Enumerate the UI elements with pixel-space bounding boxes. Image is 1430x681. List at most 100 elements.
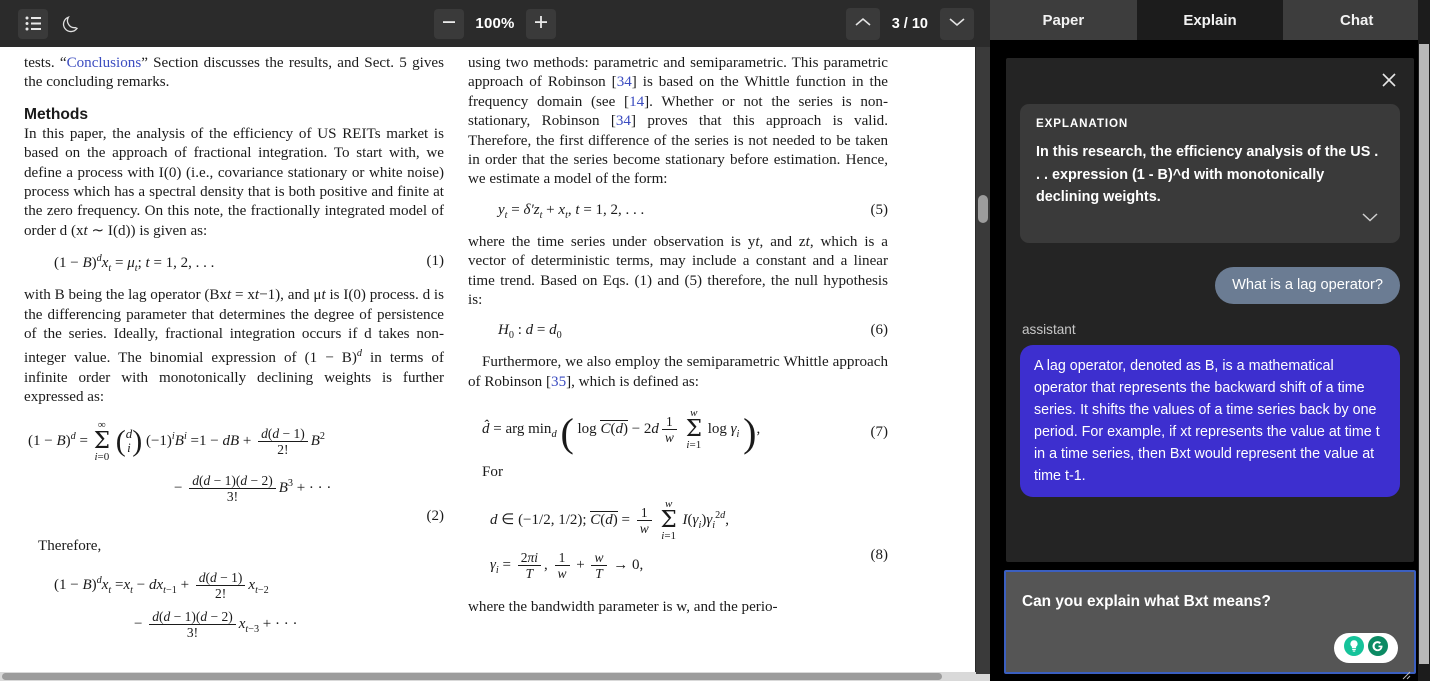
assistant-message-bubble: A lag operator, denoted as B, is a mathe… [1020, 344, 1400, 497]
app-root: 100% 3 / 10 tests. “Conclusions” Section… [0, 0, 1430, 681]
zoom-level-label: 100% [475, 15, 515, 32]
clipped-line-top-right [468, 47, 888, 54]
page-indicator: 3 / 10 [891, 15, 928, 32]
pdf-page-canvas: tests. “Conclusions” Section discusses t… [0, 47, 975, 681]
paper-column-left: tests. “Conclusions” Section discusses t… [24, 47, 444, 652]
equation-7-body: d̂ = arg mind ( log C(d) − 2d 1 w w Σi=1 lo… [482, 407, 761, 455]
browser-scroll-thumb[interactable] [1419, 44, 1429, 664]
p3-b: = x [231, 287, 255, 304]
equation-8-line1: d ∈ (−1/2, 1/2); C(d) = 1w w Σi=1 I(γi)γi… [490, 497, 730, 542]
equation-3-line1: (1 − B)dxt =xt − dxt−1 + d(d − 1) 2! xt−2 [54, 570, 269, 602]
equation-5-number: (5) [870, 201, 889, 218]
paper-column-right: using two methods: parametric and semipa… [468, 47, 888, 652]
equation-2-line1: (1 − B)d = ∞ Σi=0 (d i) (−1)iBi =1 − dB + … [28, 418, 325, 463]
pdf-viewer-pane: 100% 3 / 10 tests. “Conclusions” Section… [0, 0, 990, 681]
equation-5-body: yt = δ′zt + xt, t = 1, 2, . . . [498, 201, 645, 221]
list-outline-icon [25, 16, 42, 31]
user-message-bubble: What is a lag operator? [1215, 266, 1400, 304]
toolbar-left-group [18, 8, 86, 39]
explanation-card: EXPLANATION In this research, the effici… [1020, 104, 1400, 243]
paragraph-intro-before: tests. “ [24, 55, 67, 71]
pdf-horizontal-scroll-thumb[interactable] [2, 673, 942, 680]
conclusions-link[interactable]: Conclusions [67, 55, 142, 71]
zoom-out-button[interactable] [434, 8, 465, 39]
tab-chat[interactable]: Chat [1283, 0, 1430, 40]
equation-6-number: (6) [870, 322, 889, 339]
equation-2-number: (2) [426, 507, 445, 524]
clipped-line-top [24, 47, 444, 54]
zoom-in-button[interactable] [525, 8, 556, 39]
browser-scrollbar[interactable] [1418, 0, 1430, 681]
paragraph-therefore: Therefore, [38, 537, 102, 554]
assistant-role-label: assistant [1022, 321, 1076, 337]
equation-3-line2: − d(d − 1)(d − 2) 3! xt−3 + · · · [134, 609, 298, 641]
next-page-button[interactable] [940, 7, 974, 40]
dark-mode-toggle-button[interactable] [56, 9, 86, 39]
fraction-w-over-T: wT [591, 550, 607, 581]
paragraph-for: For [482, 464, 503, 481]
fraction-d-d1-over-2: d(d − 1) 2! [258, 426, 308, 457]
equation-8: d ∈ (−1/2, 1/2); C(d) = 1w w Σi=1 I(γi)γi… [468, 497, 888, 581]
summation-symbol-7: w Σi=1 [685, 407, 702, 452]
close-button[interactable] [1378, 70, 1400, 92]
pdf-vertical-scroll-thumb[interactable] [978, 195, 988, 223]
fraction-d-d1-d2-over-3: d(d − 1)(d − 2) 3! [189, 473, 276, 504]
assistant-panel: Paper Explain Chat EXPLANATION In this r… [990, 0, 1430, 681]
paragraph-methods: In this paper, the analysis of the effic… [24, 125, 444, 239]
reference-34-link[interactable]: 34 [617, 74, 632, 90]
equation-1-body: (1 − B)dxt = μt; t = 1, 2, . . . [54, 253, 215, 275]
equation-6: H0 : d = d0 (6) [468, 322, 888, 341]
fraction-one-over-w-b: 1w [636, 505, 652, 536]
explanation-kicker: EXPLANATION [1036, 117, 1129, 130]
fraction-1-over-w: 1w [554, 550, 570, 581]
resize-grip-icon[interactable] [1402, 667, 1411, 680]
chevron-up-icon [854, 16, 872, 31]
summation-symbol-8: w Σi=1 [660, 497, 677, 542]
equation-3: (1 − B)dxt =xt − dxt−1 + d(d − 1) 2! xt−2 … [24, 570, 444, 640]
page-navigation: 3 / 10 [845, 0, 974, 47]
reference-34-link-2[interactable]: 34 [616, 113, 631, 129]
pdf-scroll-area[interactable]: tests. “Conclusions” Section discusses t… [0, 47, 990, 681]
close-icon [1381, 72, 1397, 91]
equation-1-number: (1) [426, 253, 445, 270]
p2-b: , and z [759, 233, 806, 250]
outline-toggle-button[interactable] [18, 8, 48, 39]
pdf-toolbar: 100% 3 / 10 [0, 0, 990, 47]
user-message-row: What is a lag operator? [1006, 243, 1414, 304]
p3-c: ), and μ [275, 287, 322, 304]
chat-body: EXPLANATION In this research, the effici… [1006, 58, 1414, 562]
lightbulb-icon[interactable] [1343, 635, 1365, 662]
p3-a: with B being the lag operator (Bx [24, 287, 228, 304]
fraction-2pi-i-over-T: 2πi T [517, 550, 541, 581]
expand-explanation-button[interactable] [1358, 209, 1382, 229]
grammarly-logo-icon[interactable] [1367, 635, 1389, 662]
reference-35-link[interactable]: 35 [551, 374, 566, 390]
grammarly-badge[interactable] [1334, 633, 1398, 663]
tab-explain[interactable]: Explain [1136, 0, 1284, 40]
chevron-down-icon [1361, 211, 1379, 226]
pdf-vertical-scrollbar[interactable] [976, 47, 990, 674]
moon-icon [61, 14, 81, 34]
paragraph-intro: tests. “Conclusions” Section discusses t… [24, 54, 444, 93]
explanation-text: In this research, the efficiency analysi… [1036, 144, 1379, 205]
assistant-message-row: A lag operator, denoted as B, is a mathe… [1006, 337, 1414, 497]
composer-wrap [1004, 570, 1416, 680]
paragraph-semiparametric: Furthermore, we also employ the semipara… [468, 353, 888, 392]
close-row [1006, 58, 1414, 104]
paragraph-parametric: using two methods: parametric and semipa… [468, 55, 888, 188]
p2-a: where the time series under observation … [468, 233, 756, 250]
pdf-horizontal-scrollbar[interactable] [0, 672, 990, 681]
tab-paper[interactable]: Paper [990, 0, 1137, 40]
equation-1: (1 − B)dxt = μt; t = 1, 2, . . . (1) [24, 253, 444, 274]
explanation-expand-row [1036, 209, 1384, 235]
reference-14-link[interactable]: 14 [629, 94, 644, 110]
paragraph-where-series: where the time series under observation … [468, 233, 888, 309]
chevron-down-icon [948, 16, 966, 31]
fraction-d-d1-d2-over-3-b: d(d − 1)(d − 2) 3! [149, 609, 236, 640]
paragraph-lag-operator: with B being the lag operator (Bxt = xt−… [24, 287, 444, 406]
previous-page-button[interactable] [845, 7, 880, 40]
equation-5: yt = δ′zt + xt, t = 1, 2, . . . (5) [468, 202, 888, 221]
paragraph-bandwidth: where the bandwidth parameter is w, and … [468, 598, 778, 615]
panel-tabbar: Paper Explain Chat [990, 0, 1430, 40]
p3b-right: ], which is defined as: [566, 373, 699, 390]
